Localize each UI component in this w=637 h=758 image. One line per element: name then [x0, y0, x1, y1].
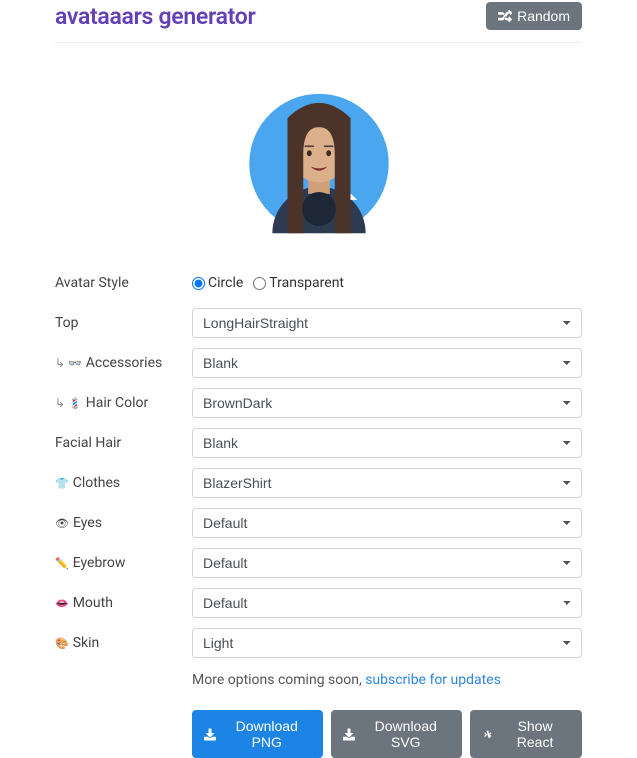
avatar-style-circle-option[interactable]: Circle — [192, 275, 243, 291]
download-png-label: Download PNG — [222, 718, 311, 750]
page-title: avataaars generator — [55, 3, 255, 30]
download-png-button[interactable]: Download PNG — [192, 710, 323, 758]
clothes-label: 👕 Clothes — [55, 475, 192, 491]
accessories-label: ↳👓 Accessories — [55, 355, 192, 371]
accessories-select[interactable]: Blank — [192, 348, 582, 378]
eyes-select[interactable]: Default — [192, 508, 582, 538]
random-button-label: Random — [517, 8, 570, 24]
mouth-label: 👄 Mouth — [55, 595, 192, 611]
random-icon — [498, 9, 512, 23]
avatar-style-circle-text: Circle — [208, 275, 243, 291]
avatar-preview — [239, 73, 399, 248]
avatar-style-transparent-text: Transparent — [269, 275, 344, 291]
eyebrow-select[interactable]: Default — [192, 548, 582, 578]
download-svg-button[interactable]: Download SVG — [331, 710, 462, 758]
eyes-label: 👁 Eyes — [55, 515, 192, 531]
avatar-style-circle-radio[interactable] — [192, 277, 205, 290]
download-svg-label: Download SVG — [361, 718, 450, 750]
clothes-select[interactable]: BlazerShirt — [192, 468, 582, 498]
mouth-select[interactable]: Default — [192, 588, 582, 618]
download-icon — [204, 728, 216, 741]
facial-hair-label: Facial Hair — [55, 435, 192, 451]
avatar-style-transparent-option[interactable]: Transparent — [253, 275, 344, 291]
code-icon — [482, 728, 494, 741]
avatar-style-transparent-radio[interactable] — [253, 277, 266, 290]
skin-label: 🎨 Skin — [55, 635, 192, 651]
eyebrow-label: ✏️ Eyebrow — [55, 555, 192, 571]
avatar-style-label: Avatar Style — [55, 275, 192, 291]
random-button[interactable]: Random — [486, 2, 582, 30]
hair-color-label: ↳💈 Hair Color — [55, 395, 192, 411]
hair-color-select[interactable]: BrownDark — [192, 388, 582, 418]
download-icon — [343, 728, 355, 741]
skin-select[interactable]: Light — [192, 628, 582, 658]
more-options-text: More options coming soon, subscribe for … — [55, 672, 582, 688]
top-select[interactable]: LongHairStraight — [192, 308, 582, 338]
show-react-button[interactable]: Show React — [470, 710, 582, 758]
subscribe-link[interactable]: subscribe for updates — [365, 672, 501, 688]
facial-hair-select[interactable]: Blank — [192, 428, 582, 458]
top-label: Top — [55, 315, 192, 331]
show-react-label: Show React — [500, 718, 570, 750]
